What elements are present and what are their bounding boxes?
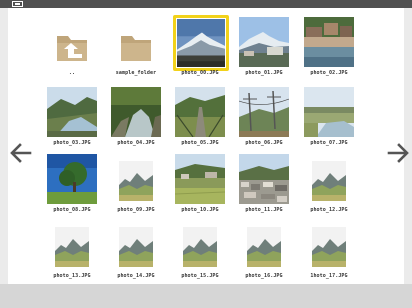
thumbnail-image <box>239 87 289 137</box>
photo-thumbnail[interactable]: photo_08.JPG <box>40 151 104 217</box>
thumbnail-image <box>175 154 225 204</box>
image-placeholder-icon <box>183 227 217 267</box>
photo-thumbnail[interactable]: photo_03.JPG <box>40 84 104 150</box>
photo-thumbnail[interactable]: photo_11.JPG <box>232 151 296 217</box>
thumbnail-image <box>304 87 354 137</box>
photo-thumbnail[interactable]: photo_10.JPG <box>168 151 232 217</box>
photo-thumbnail[interactable]: photo_00.JPG <box>168 14 232 80</box>
thumbnail-image <box>47 154 97 204</box>
image-placeholder-icon <box>119 227 153 267</box>
image-placeholder-icon <box>119 161 153 201</box>
arrow-left-icon[interactable] <box>8 140 34 166</box>
thumbnail-label: 1hoto_17.JPG <box>310 273 348 279</box>
folder-up-icon <box>56 32 88 62</box>
photo-thumbnail[interactable]: 1hoto_17.JPG <box>297 217 361 283</box>
photo-thumbnail[interactable]: photo_05.JPG <box>168 84 232 150</box>
bottom-bar <box>0 284 412 308</box>
thumbnail-label: photo_12.JPG <box>310 207 348 213</box>
parent-folder-item[interactable]: .. <box>40 14 104 80</box>
image-placeholder-icon <box>312 227 346 267</box>
photo-thumbnail[interactable]: photo_02.JPG <box>297 14 361 80</box>
photo-thumbnail[interactable]: photo_04.JPG <box>104 84 168 150</box>
photo-thumbnail[interactable]: photo_07.JPG <box>297 84 361 150</box>
thumbnail-image <box>239 154 289 204</box>
thumbnail-image <box>304 17 354 67</box>
folder-item[interactable]: sample_folder <box>104 14 168 80</box>
photo-thumbnail[interactable]: photo_01.JPG <box>232 14 296 80</box>
arrow-right-icon[interactable] <box>385 140 411 166</box>
thumbnail-image <box>239 17 289 67</box>
thumbnail-image <box>111 87 161 137</box>
thumbnail-label: photo_07.JPG <box>310 140 348 146</box>
image-placeholder-icon <box>55 227 89 267</box>
image-placeholder-icon <box>312 161 346 201</box>
source-icon <box>12 1 23 7</box>
thumbnail-image <box>175 87 225 137</box>
photo-thumbnail[interactable]: photo_16.JPG <box>232 217 296 283</box>
folder-icon <box>120 32 152 62</box>
photo-thumbnail[interactable]: photo_06.JPG <box>232 84 296 150</box>
thumbnail-label: photo_02.JPG <box>310 70 348 76</box>
image-placeholder-icon <box>247 227 281 267</box>
thumbnail-image <box>47 87 97 137</box>
thumbnail-image <box>177 19 225 67</box>
photo-thumbnail[interactable]: photo_13.JPG <box>40 217 104 283</box>
photo-thumbnail[interactable]: photo_15.JPG <box>168 217 232 283</box>
photo-thumbnail[interactable]: photo_14.JPG <box>104 217 168 283</box>
photo-thumbnail[interactable]: photo_12.JPG <box>297 151 361 217</box>
top-bar <box>0 0 412 8</box>
photo-thumbnail[interactable]: photo_09.JPG <box>104 151 168 217</box>
